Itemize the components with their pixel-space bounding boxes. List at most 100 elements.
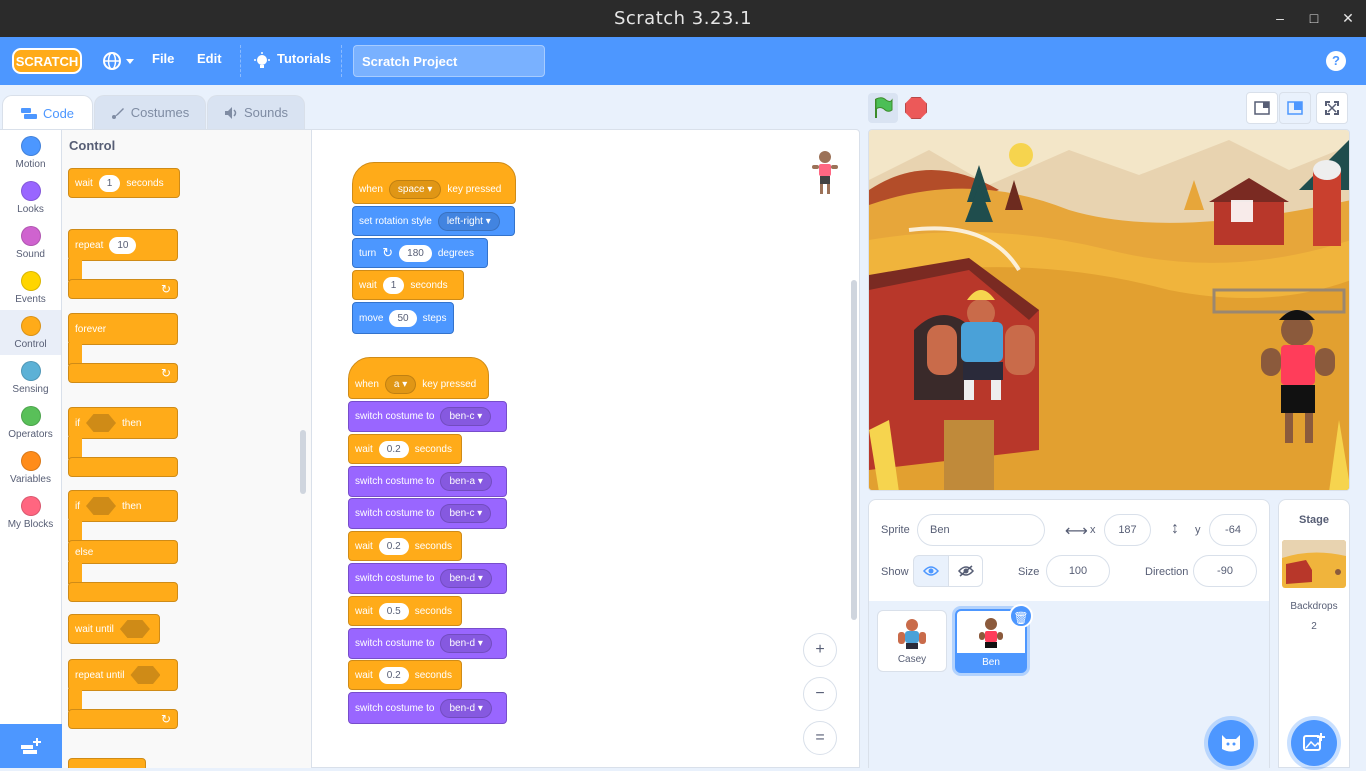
switch-costume-block[interactable]: switch costume to ben-d ▾ [348, 563, 507, 594]
costume-dropdown[interactable]: ben-d ▾ [440, 634, 492, 653]
tab-sounds[interactable]: Sounds [207, 95, 305, 129]
choose-backdrop-button[interactable] [1291, 720, 1337, 766]
y-arrow-icon: ↕ [1171, 520, 1179, 537]
when-key-pressed-hat[interactable]: when a ▾ key pressed [348, 357, 489, 399]
switch-costume-block[interactable]: switch costume to ben-d ▾ [348, 628, 507, 659]
normal-stage-button[interactable] [1279, 92, 1311, 124]
block-input[interactable]: 0.2 [378, 440, 409, 458]
boolean-slot[interactable] [119, 620, 150, 638]
category-motion[interactable]: Motion [0, 130, 61, 175]
palette-repeat-block[interactable]: repeat 10 ↻ [68, 229, 178, 301]
key-dropdown[interactable]: a ▾ [384, 374, 417, 394]
size-input[interactable]: 100 [1046, 555, 1110, 587]
maximize-button[interactable]: □ [1304, 8, 1324, 28]
wait-block[interactable]: wait 0.2 seconds [348, 531, 462, 561]
block-text: repeat until [75, 669, 125, 681]
delete-sprite-button[interactable]: 🗑 [1009, 604, 1033, 628]
file-menu[interactable]: File [152, 51, 174, 66]
green-flag-button[interactable] [868, 93, 898, 123]
language-globe-icon[interactable] [102, 51, 136, 71]
edit-menu[interactable]: Edit [197, 51, 222, 66]
wait-block[interactable]: wait 0.2 seconds [348, 660, 462, 690]
tab-costumes[interactable]: Costumes [94, 95, 206, 129]
stage-canvas[interactable] [868, 129, 1350, 491]
wait-block[interactable]: wait 0.5 seconds [348, 596, 462, 626]
category-events[interactable]: Events [0, 265, 61, 310]
category-operators[interactable]: Operators [0, 400, 61, 445]
zoom-out-button[interactable]: − [803, 677, 837, 711]
switch-costume-block[interactable]: switch costume to ben-d ▾ [348, 692, 507, 724]
costume-dropdown[interactable]: ben-d ▾ [440, 698, 492, 718]
zoom-reset-button[interactable]: = [803, 721, 837, 755]
block-text: if [75, 500, 80, 512]
choose-sprite-button[interactable] [1208, 720, 1254, 766]
when-key-pressed-hat[interactable]: when space ▾ key pressed [352, 162, 516, 204]
switch-costume-block[interactable]: switch costume to ben-c ▾ [348, 498, 507, 529]
move-steps-block[interactable]: move 50 steps [352, 302, 454, 334]
dropdown-value: ben-c [449, 411, 475, 422]
costume-dropdown[interactable]: ben-c ▾ [440, 407, 492, 426]
block-input[interactable]: 50 [389, 309, 417, 327]
close-button[interactable]: ✕ [1338, 8, 1358, 28]
costume-dropdown[interactable]: ben-d ▾ [440, 569, 492, 588]
add-extension-button[interactable] [0, 724, 62, 768]
wait-block[interactable]: wait 0.2 seconds [348, 434, 462, 464]
palette-wait-until-block[interactable]: wait until [68, 614, 160, 644]
tab-code[interactable]: Code [2, 95, 93, 131]
category-variables[interactable]: Variables [0, 445, 61, 490]
tutorials-bulb-icon[interactable] [253, 52, 271, 70]
workspace-scrollbar[interactable] [851, 280, 857, 620]
palette-scrollbar[interactable] [300, 430, 306, 494]
boolean-slot[interactable] [130, 666, 161, 684]
tutorials-menu[interactable]: Tutorials [277, 51, 331, 66]
palette-if-then-block[interactable]: if then [68, 407, 178, 481]
set-rotation-style-block[interactable]: set rotation style left-right ▾ [352, 206, 515, 236]
category-sound[interactable]: Sound [0, 220, 61, 265]
wait-block[interactable]: wait 1 seconds [352, 270, 464, 300]
category-sensing[interactable]: Sensing [0, 355, 61, 400]
eye-off-icon [957, 565, 974, 577]
palette-partial-block[interactable] [68, 758, 146, 768]
category-looks[interactable]: Looks [0, 175, 61, 220]
block-input[interactable]: 180 [399, 244, 432, 262]
palette-forever-block[interactable]: forever ↻ [68, 313, 178, 385]
sprite-name-input[interactable]: Ben [917, 514, 1045, 546]
fullscreen-button[interactable] [1316, 92, 1348, 124]
category-control[interactable]: Control [0, 310, 61, 355]
help-button[interactable]: ? [1326, 51, 1346, 71]
direction-input[interactable]: -90 [1193, 555, 1257, 587]
switch-costume-block[interactable]: switch costume to ben-c ▾ [348, 401, 507, 432]
palette-if-else-block[interactable]: if then else [68, 490, 178, 604]
block-input[interactable]: 0.2 [378, 666, 409, 684]
y-input[interactable]: -64 [1209, 514, 1257, 546]
block-input[interactable]: 0.5 [378, 602, 409, 620]
palette-repeat-until-block[interactable]: repeat until ↻ [68, 659, 178, 733]
block-input[interactable]: 1 [382, 276, 405, 294]
category-my-blocks[interactable]: My Blocks [0, 490, 61, 535]
turn-block[interactable]: turn ↻ 180 degrees [352, 238, 488, 268]
costume-dropdown[interactable]: ben-c ▾ [440, 504, 492, 523]
palette-wait-block[interactable]: wait 1 seconds [68, 168, 180, 198]
project-title-input[interactable]: Scratch Project [353, 45, 545, 77]
show-hidden-button[interactable] [948, 555, 983, 587]
block-input[interactable]: 0.2 [378, 537, 409, 555]
block-input[interactable]: 10 [109, 236, 137, 254]
window-titlebar: Scratch 3.23.1 – □ ✕ [0, 0, 1366, 37]
rotation-dropdown[interactable]: left-right ▾ [437, 211, 500, 231]
block-input[interactable]: 1 [98, 174, 121, 192]
boolean-slot[interactable] [86, 414, 116, 432]
category-label: My Blocks [7, 519, 54, 530]
sprite-thumb-casey[interactable]: Casey [877, 610, 947, 672]
minimize-button[interactable]: – [1270, 8, 1290, 28]
show-visible-button[interactable] [913, 555, 949, 587]
key-dropdown[interactable]: space ▾ [388, 179, 442, 199]
scratch-logo[interactable]: SCRATCH [12, 48, 82, 74]
x-input[interactable]: 187 [1104, 514, 1151, 546]
small-stage-button[interactable] [1246, 92, 1278, 124]
costume-dropdown[interactable]: ben-a ▾ [440, 472, 492, 491]
cat-icon [1222, 735, 1240, 752]
stop-button[interactable] [905, 97, 927, 119]
zoom-in-button[interactable]: + [803, 633, 837, 667]
switch-costume-block[interactable]: switch costume to ben-a ▾ [348, 466, 507, 497]
boolean-slot[interactable] [86, 497, 116, 515]
